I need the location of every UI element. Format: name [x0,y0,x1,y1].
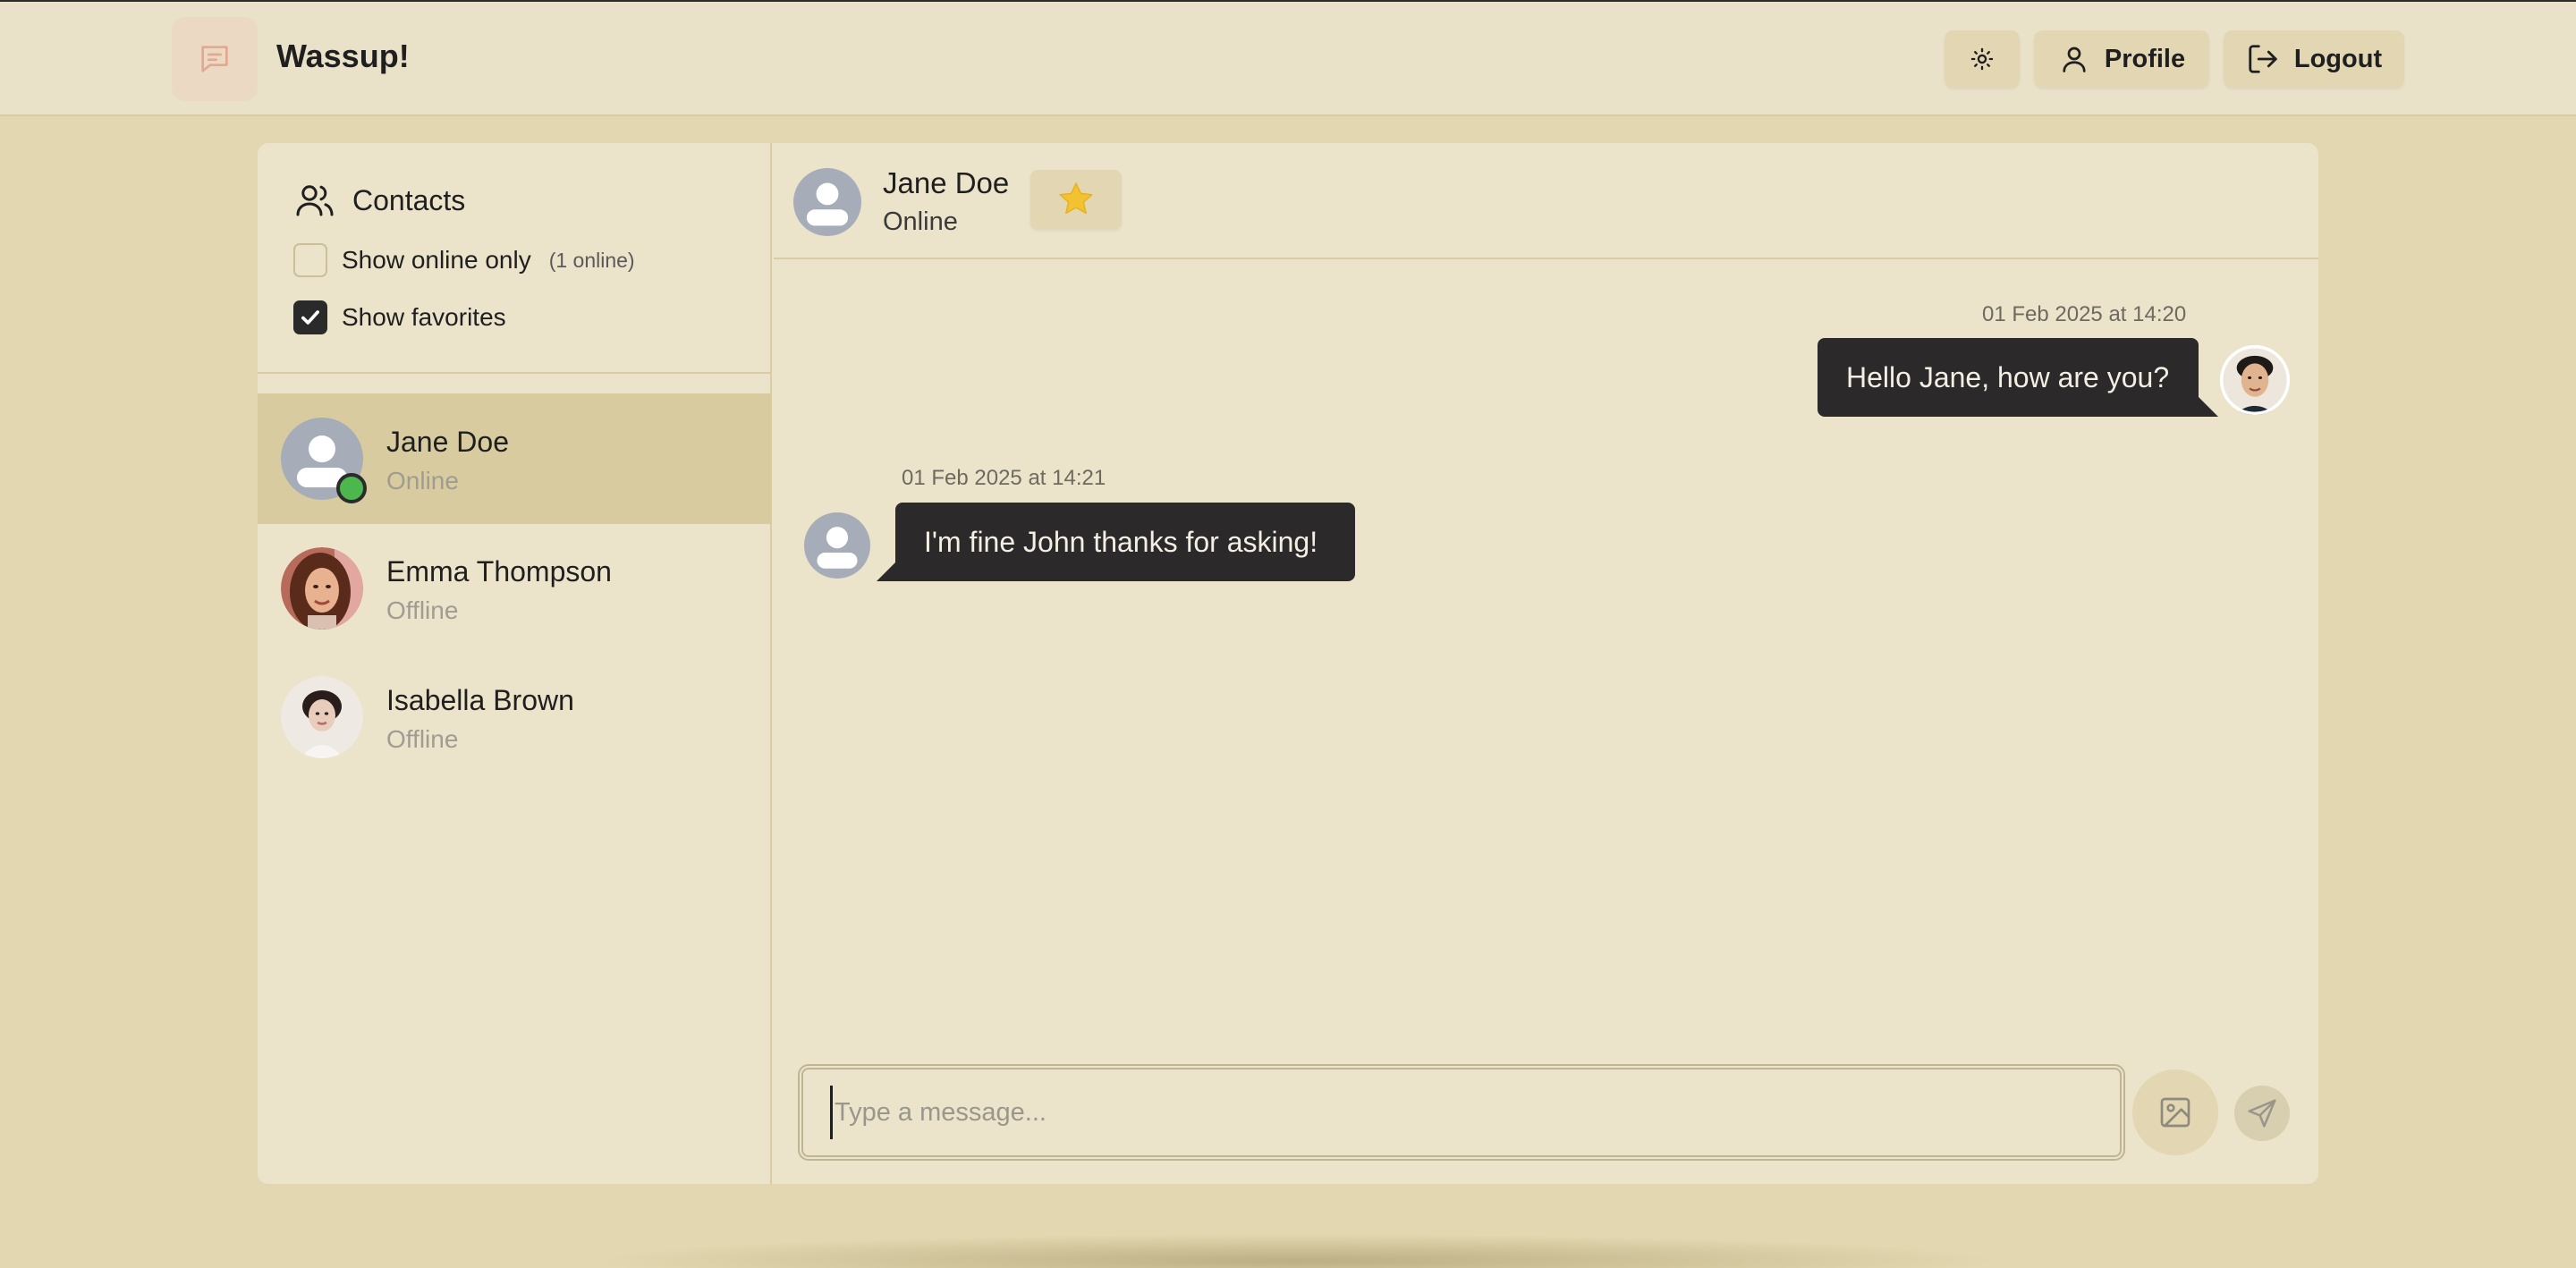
avatar-photo [281,547,363,630]
contact-item-isabella-brown[interactable]: Isabella Brown Offline [258,652,772,782]
show-online-label: Show online only [342,246,531,274]
chat-app-card: Contacts Show online only (1 online) Sho… [258,143,2318,1184]
contacts-title-label: Contacts [352,183,466,216]
chat-contact-name: Jane Doe [883,166,1010,199]
user-avatar-photo [2220,345,2290,415]
send-button[interactable] [2234,1086,2290,1141]
chat-header: Jane Doe Online [774,143,2318,259]
message-timestamp: 01 Feb 2025 at 14:21 [902,466,1106,490]
contacts-sidebar: Contacts Show online only (1 online) Sho… [258,143,772,1184]
star-icon [1059,182,1093,215]
contact-name: Isabella Brown [386,684,574,716]
contacts-title: Contacts [293,179,465,222]
logout-label: Logout [2293,44,2383,73]
contact-name: Emma Thompson [386,555,612,588]
image-icon [2160,1097,2190,1128]
show-online-filter[interactable]: Show online only (1 online) [293,243,635,277]
contact-item-emma-thompson[interactable]: Emma Thompson Offline [258,523,772,654]
show-favorites-filter[interactable]: Show favorites [293,300,506,334]
top-bar: Wassup! Profile Logout [0,0,2576,116]
outgoing-message-bubble: Hello Jane, how are you? [1818,338,2199,417]
default-avatar-icon [793,168,861,236]
online-count: (1 online) [548,248,635,272]
logout-button[interactable]: Logout [2224,30,2404,88]
message-text: I'm fine John thanks for asking! [924,525,1318,558]
contact-status: Offline [386,596,459,624]
card-shadow [590,1234,2004,1268]
contact-status: Offline [386,725,459,753]
favorite-button[interactable] [1030,170,1122,229]
default-avatar-icon [804,512,870,579]
app-title: Wassup! [276,38,410,74]
online-status-dot [336,473,367,503]
show-online-checkbox[interactable] [293,243,327,277]
avatar [281,547,363,630]
message-composer[interactable] [798,1064,2125,1161]
message-timestamp: 01 Feb 2025 at 14:20 [1982,302,2187,326]
check-icon [301,310,319,325]
show-favorites-label: Show favorites [342,303,506,331]
contact-name: Jane Doe [386,426,509,458]
incoming-message-bubble: I'm fine John thanks for asking! [895,503,1355,581]
chat-logo-icon[interactable] [172,17,258,101]
avatar [281,676,363,758]
theme-toggle-button[interactable] [1945,30,2020,88]
logout-icon [2249,45,2277,73]
message-text: Hello Jane, how are you? [1846,360,2170,393]
users-icon [296,185,334,216]
message-input[interactable] [830,1086,2120,1139]
avatar [281,418,367,503]
contacts-header: Contacts Show online only (1 online) Sho… [258,143,772,374]
chat-contact-status: Online [883,207,958,236]
contact-status: Online [386,467,459,495]
chat-pane: Jane Doe Online [774,143,2318,1184]
sun-icon [1970,47,1994,71]
avatar [793,168,861,236]
avatar-photo [281,676,363,758]
user-icon [2063,46,2086,72]
contact-item-jane-doe[interactable]: Jane Doe Online [258,393,772,524]
send-icon [2248,1099,2276,1128]
show-favorites-checkbox[interactable] [293,300,327,334]
profile-label: Profile [2104,44,2186,73]
profile-button[interactable]: Profile [2034,30,2209,88]
attach-image-button[interactable] [2132,1069,2218,1155]
